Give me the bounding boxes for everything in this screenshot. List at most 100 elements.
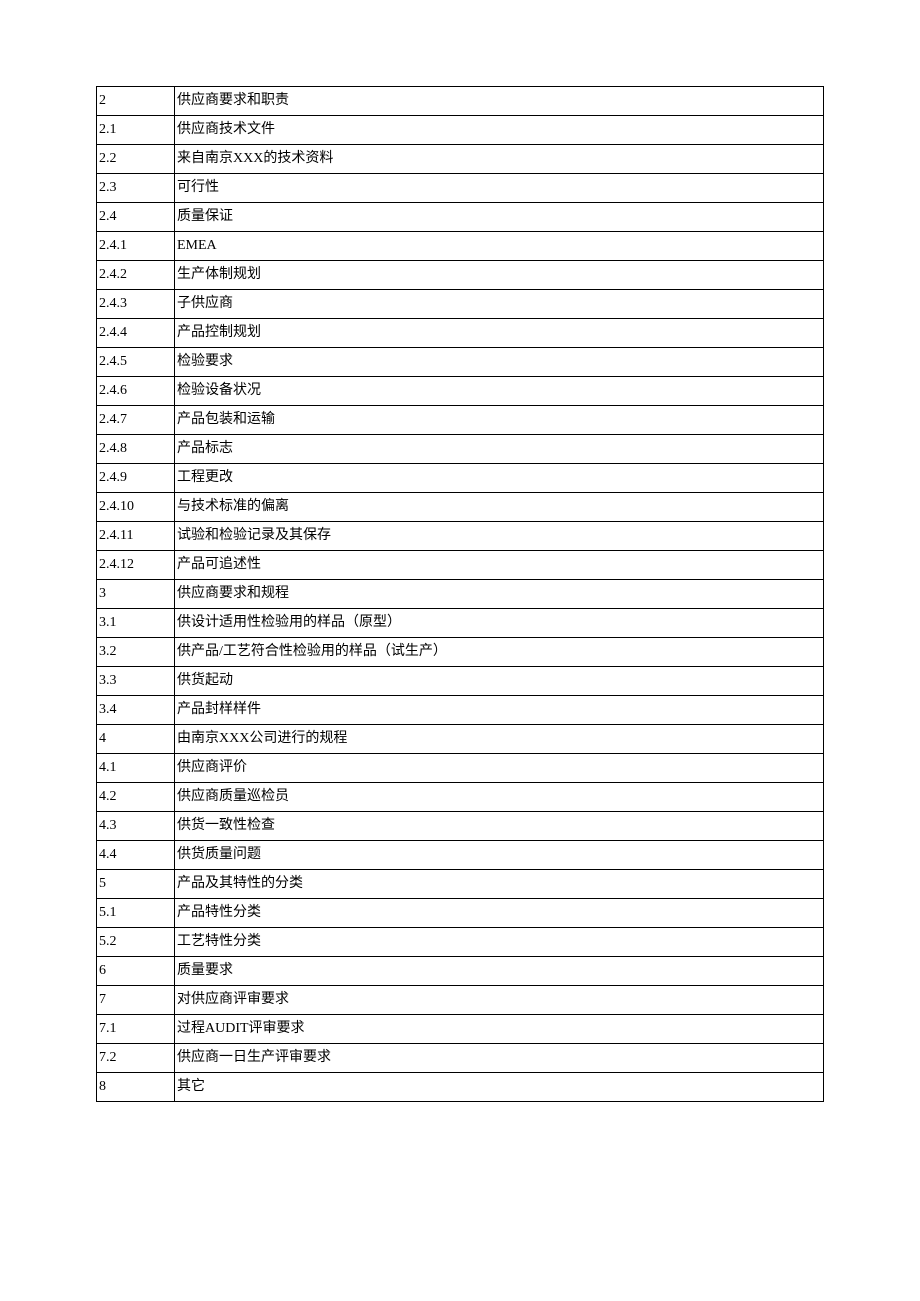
table-row: 2.4.8产品标志 [97, 435, 824, 464]
section-number: 3.2 [97, 638, 175, 667]
section-number: 3.4 [97, 696, 175, 725]
section-number: 5 [97, 870, 175, 899]
section-title: 来自南京XXX的技术资料 [175, 145, 824, 174]
section-title: 质量保证 [175, 203, 824, 232]
section-number: 4 [97, 725, 175, 754]
section-number: 2.4.12 [97, 551, 175, 580]
table-row: 4由南京XXX公司进行的规程 [97, 725, 824, 754]
section-number: 2.4.4 [97, 319, 175, 348]
section-title: 工程更改 [175, 464, 824, 493]
table-row: 7对供应商评审要求 [97, 986, 824, 1015]
section-number: 2.4.9 [97, 464, 175, 493]
section-number: 2.4.11 [97, 522, 175, 551]
table-row: 3.3供货起动 [97, 667, 824, 696]
section-title: 供应商质量巡检员 [175, 783, 824, 812]
section-title: 产品包装和运输 [175, 406, 824, 435]
table-row: 8其它 [97, 1073, 824, 1102]
section-title: 工艺特性分类 [175, 928, 824, 957]
section-title: 生产体制规划 [175, 261, 824, 290]
table-row: 2.3可行性 [97, 174, 824, 203]
section-title: 供货一致性检查 [175, 812, 824, 841]
section-number: 5.2 [97, 928, 175, 957]
table-row: 3.4产品封样样件 [97, 696, 824, 725]
section-title: 供设计适用性检验用的样品（原型） [175, 609, 824, 638]
section-number: 4.4 [97, 841, 175, 870]
section-title: 供货质量问题 [175, 841, 824, 870]
section-number: 4.1 [97, 754, 175, 783]
section-title: 供应商要求和职责 [175, 87, 824, 116]
section-title: 质量要求 [175, 957, 824, 986]
section-number: 2.3 [97, 174, 175, 203]
table-row: 4.1供应商评价 [97, 754, 824, 783]
table-row: 7.2供应商一日生产评审要求 [97, 1044, 824, 1073]
section-title: 由南京XXX公司进行的规程 [175, 725, 824, 754]
section-title: 其它 [175, 1073, 824, 1102]
section-title: 供应商要求和规程 [175, 580, 824, 609]
section-title: EMEA [175, 232, 824, 261]
section-title: 检验设备状况 [175, 377, 824, 406]
table-row: 2.4.9工程更改 [97, 464, 824, 493]
table-row: 4.2供应商质量巡检员 [97, 783, 824, 812]
section-title: 供货起动 [175, 667, 824, 696]
section-number: 3 [97, 580, 175, 609]
section-title: 试验和检验记录及其保存 [175, 522, 824, 551]
section-number: 4.2 [97, 783, 175, 812]
section-number: 5.1 [97, 899, 175, 928]
section-title: 产品标志 [175, 435, 824, 464]
section-number: 2.4.10 [97, 493, 175, 522]
section-title: 可行性 [175, 174, 824, 203]
table-row: 2.4.10与技术标准的偏离 [97, 493, 824, 522]
table-row: 5产品及其特性的分类 [97, 870, 824, 899]
section-number: 2.2 [97, 145, 175, 174]
table-row: 2.4质量保证 [97, 203, 824, 232]
table-row: 2.4.11试验和检验记录及其保存 [97, 522, 824, 551]
section-number: 7.1 [97, 1015, 175, 1044]
section-title: 产品可追述性 [175, 551, 824, 580]
section-title: 产品及其特性的分类 [175, 870, 824, 899]
table-row: 2供应商要求和职责 [97, 87, 824, 116]
table-row: 2.4.6检验设备状况 [97, 377, 824, 406]
table-row: 7.1过程AUDIT评审要求 [97, 1015, 824, 1044]
section-number: 2.4.3 [97, 290, 175, 319]
document-page: 2供应商要求和职责2.1供应商技术文件2.2来自南京XXX的技术资料2.3可行性… [0, 0, 920, 1301]
table-row: 3供应商要求和规程 [97, 580, 824, 609]
toc-table: 2供应商要求和职责2.1供应商技术文件2.2来自南京XXX的技术资料2.3可行性… [96, 86, 824, 1102]
section-title: 供应商评价 [175, 754, 824, 783]
section-number: 7.2 [97, 1044, 175, 1073]
table-row: 3.2供产品/工艺符合性检验用的样品（试生产） [97, 638, 824, 667]
table-row: 5.1产品特性分类 [97, 899, 824, 928]
table-row: 4.4供货质量问题 [97, 841, 824, 870]
table-row: 2.4.4产品控制规划 [97, 319, 824, 348]
section-number: 2 [97, 87, 175, 116]
section-title: 过程AUDIT评审要求 [175, 1015, 824, 1044]
section-number: 6 [97, 957, 175, 986]
table-row: 5.2工艺特性分类 [97, 928, 824, 957]
section-title: 供应商一日生产评审要求 [175, 1044, 824, 1073]
section-number: 2.4.1 [97, 232, 175, 261]
section-number: 2.4.7 [97, 406, 175, 435]
section-title: 供应商技术文件 [175, 116, 824, 145]
table-row: 4.3供货一致性检查 [97, 812, 824, 841]
section-number: 2.4.2 [97, 261, 175, 290]
section-title: 产品封样样件 [175, 696, 824, 725]
section-title: 对供应商评审要求 [175, 986, 824, 1015]
table-row: 2.4.3子供应商 [97, 290, 824, 319]
table-row: 3.1供设计适用性检验用的样品（原型） [97, 609, 824, 638]
section-number: 7 [97, 986, 175, 1015]
table-row: 2.1供应商技术文件 [97, 116, 824, 145]
section-number: 4.3 [97, 812, 175, 841]
table-row: 6质量要求 [97, 957, 824, 986]
section-title: 检验要求 [175, 348, 824, 377]
section-number: 8 [97, 1073, 175, 1102]
section-number: 2.4.5 [97, 348, 175, 377]
section-number: 3.1 [97, 609, 175, 638]
table-row: 2.4.2生产体制规划 [97, 261, 824, 290]
section-number: 2.4 [97, 203, 175, 232]
section-number: 2.1 [97, 116, 175, 145]
section-title: 子供应商 [175, 290, 824, 319]
table-row: 2.4.5检验要求 [97, 348, 824, 377]
table-row: 2.2来自南京XXX的技术资料 [97, 145, 824, 174]
table-row: 2.4.1EMEA [97, 232, 824, 261]
section-title: 产品特性分类 [175, 899, 824, 928]
section-number: 2.4.8 [97, 435, 175, 464]
